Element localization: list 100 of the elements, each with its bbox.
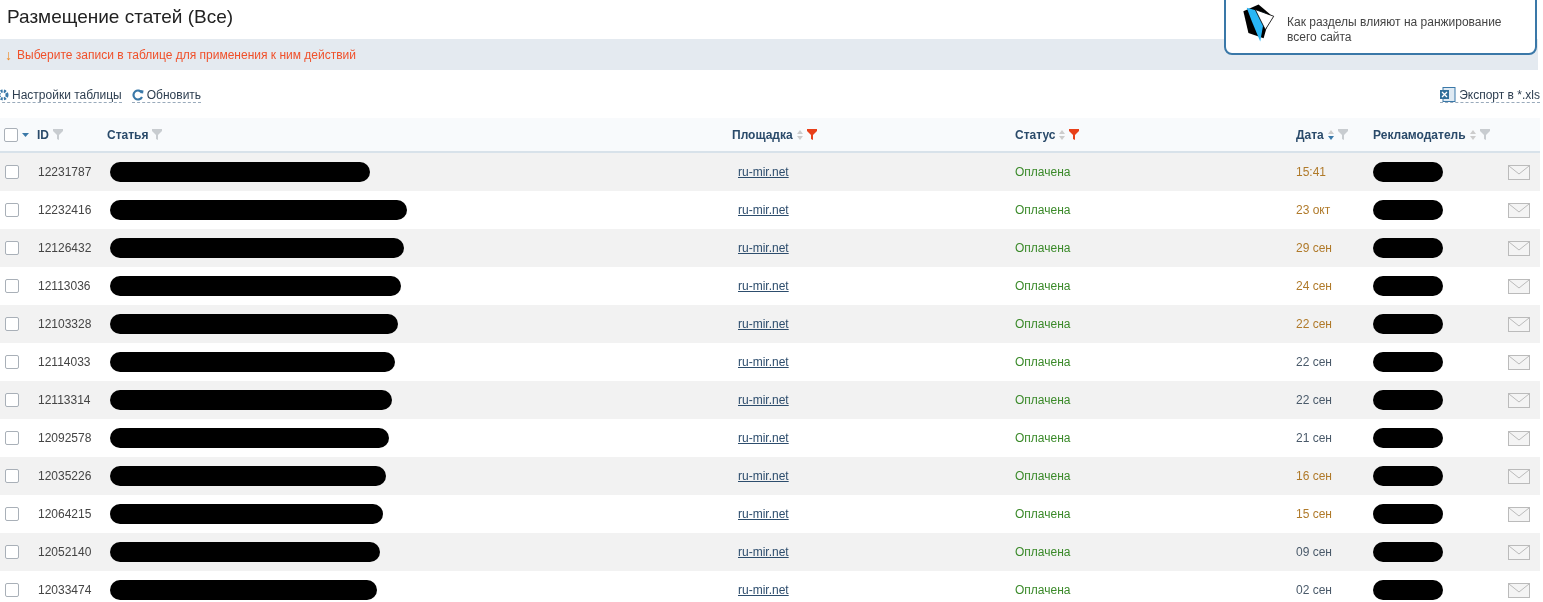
hint-text: Выберите записи в таблице для применения к ним действий [17, 47, 356, 62]
date-text: 29 сен [1296, 241, 1332, 255]
redaction-mark [1373, 200, 1443, 220]
redaction-mark [1373, 314, 1443, 334]
id-text: 12231787 [38, 165, 92, 179]
platform-link[interactable]: ru-mir.net [738, 279, 789, 293]
date-text: 22 сен [1296, 317, 1332, 331]
platform-link[interactable]: ru-mir.net [738, 355, 789, 369]
date-text: 23 окт [1296, 203, 1331, 217]
id-text: 12033474 [38, 583, 92, 597]
platform-link[interactable]: ru-mir.net [738, 583, 789, 597]
column-header[interactable]: Дата [1296, 127, 1324, 142]
status-text: Оплачена [1015, 317, 1071, 331]
envelope-icon[interactable] [1508, 506, 1530, 522]
redaction-mark [1373, 504, 1443, 524]
redaction-mark [1373, 390, 1443, 410]
envelope-icon[interactable] [1508, 202, 1530, 218]
platform-link[interactable]: ru-mir.net [738, 507, 789, 521]
row-checkbox[interactable] [5, 507, 19, 521]
status-text: Оплачена [1015, 355, 1071, 369]
redaction-mark [1373, 162, 1443, 182]
id-text: 12113314 [38, 393, 91, 407]
date-text: 24 сен [1296, 279, 1332, 293]
notification-text[interactable]: Как разделы влияют на ранжирование всего сайта [1287, 15, 1525, 45]
id-text: 12092578 [38, 431, 92, 445]
column-header[interactable]: Площадка [732, 127, 793, 142]
status-text: Оплачена [1015, 279, 1071, 293]
row-checkbox[interactable] [5, 279, 19, 293]
refresh-icon [131, 88, 144, 101]
refresh-link[interactable]: Обновить [131, 87, 202, 103]
id-text: 12052140 [38, 545, 92, 559]
date-text: 02 сен [1296, 583, 1332, 597]
column-header[interactable]: Статья [107, 127, 149, 142]
date-text: 22 сен [1296, 355, 1332, 369]
status-text: Оплачена [1015, 545, 1071, 559]
export-xls-link[interactable]: Экспорт в *.xls [1440, 87, 1540, 103]
platform-link[interactable]: ru-mir.net [738, 469, 789, 483]
redaction-mark [1373, 466, 1443, 486]
id-text: 12232416 [38, 203, 92, 217]
select-all-checkbox[interactable] [4, 127, 18, 142]
row-checkbox[interactable] [5, 241, 19, 255]
date-text: 16 сен [1296, 469, 1332, 483]
envelope-icon[interactable] [1508, 392, 1530, 408]
date-text: 15:41 [1296, 165, 1327, 179]
platform-link[interactable]: ru-mir.net [738, 431, 789, 445]
platform-link[interactable]: ru-mir.net [738, 317, 789, 331]
redaction-mark [1373, 428, 1443, 448]
row-checkbox[interactable] [5, 203, 19, 217]
status-text: Оплачена [1015, 583, 1071, 597]
table-settings-link[interactable]: Настройки таблицы [0, 87, 122, 103]
platform-link[interactable]: ru-mir.net [738, 203, 789, 217]
status-text: Оплачена [1015, 507, 1071, 521]
id-text: 12114033 [38, 355, 91, 369]
redaction-mark [1373, 276, 1443, 296]
status-text: Оплачена [1015, 431, 1071, 445]
id-text: 12126432 [38, 241, 92, 255]
redaction-mark [1373, 238, 1443, 258]
page-title: Размещение статей (Все) [6, 5, 234, 29]
date-text: 09 сен [1296, 545, 1332, 559]
row-checkbox[interactable] [5, 583, 19, 597]
platform-link[interactable]: ru-mir.net [738, 393, 789, 407]
envelope-icon[interactable] [1508, 582, 1530, 598]
column-header[interactable]: Статус [1015, 127, 1056, 142]
caret-icon[interactable] [22, 132, 29, 137]
status-text: Оплачена [1015, 203, 1071, 217]
row-checkbox[interactable] [5, 165, 19, 179]
status-text: Оплачена [1015, 165, 1071, 179]
gear-icon [0, 88, 9, 101]
platform-link[interactable]: ru-mir.net [738, 241, 789, 255]
filter-icon[interactable] [806, 129, 817, 140]
envelope-icon[interactable] [1508, 240, 1530, 256]
date-text: 21 сен [1296, 431, 1332, 445]
spreadsheet-icon [1440, 87, 1457, 102]
status-text: Оплачена [1015, 241, 1071, 255]
row-checkbox[interactable] [5, 355, 19, 369]
column-header[interactable]: ID [37, 127, 49, 142]
row-checkbox[interactable] [5, 469, 19, 483]
redaction-mark [1373, 580, 1443, 600]
status-text: Оплачена [1015, 393, 1071, 407]
envelope-icon[interactable] [1508, 430, 1530, 446]
platform-link[interactable]: ru-mir.net [738, 545, 789, 559]
row-checkbox[interactable] [5, 393, 19, 407]
sort-icon[interactable] [1327, 129, 1334, 140]
platform-link[interactable]: ru-mir.net [738, 165, 789, 179]
row-checkbox[interactable] [5, 431, 19, 445]
envelope-icon[interactable] [1508, 278, 1530, 294]
status-text: Оплачена [1015, 469, 1071, 483]
id-text: 12103328 [38, 317, 92, 331]
envelope-icon[interactable] [1508, 164, 1530, 180]
id-text: 12113036 [38, 279, 91, 293]
envelope-icon[interactable] [1508, 544, 1530, 560]
redaction-mark [1373, 352, 1443, 372]
filter-icon[interactable] [1069, 129, 1080, 140]
row-checkbox[interactable] [5, 545, 19, 559]
envelope-icon[interactable] [1508, 468, 1530, 484]
row-checkbox[interactable] [5, 317, 19, 331]
redaction-mark [1373, 542, 1443, 562]
date-text: 15 сен [1296, 507, 1332, 521]
envelope-icon[interactable] [1508, 354, 1530, 370]
envelope-icon[interactable] [1508, 316, 1530, 332]
